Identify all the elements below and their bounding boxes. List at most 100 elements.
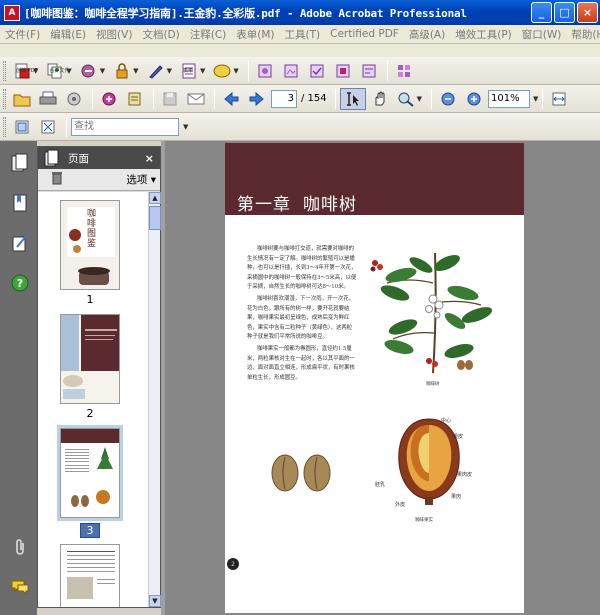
- forms-button[interactable]: 表单 ▼: [177, 60, 208, 82]
- toolbar-separator: [542, 88, 544, 109]
- label-husk: 外皮: [395, 502, 406, 508]
- page-number-input[interactable]: 3: [271, 89, 297, 108]
- save-button[interactable]: [158, 88, 182, 110]
- tool-button-1[interactable]: [253, 60, 277, 82]
- tool-button-4[interactable]: [331, 60, 355, 82]
- page-thumbnail-3[interactable]: [57, 425, 123, 521]
- toolbar-separator: [334, 88, 336, 109]
- page-thumbnail-4[interactable]: [60, 544, 120, 607]
- review-button[interactable]: ▼: [210, 60, 241, 82]
- save-icon: [161, 90, 179, 108]
- menu-plugins[interactable]: 増效工具(P): [450, 27, 517, 42]
- select-tool-button[interactable]: [339, 87, 366, 110]
- email-button[interactable]: [62, 88, 86, 110]
- coffee-plant-illustration: [370, 252, 493, 374]
- fit-width-button[interactable]: [547, 88, 571, 110]
- menu-comments[interactable]: 注释(C): [185, 27, 232, 42]
- menu-advanced[interactable]: 高级(A): [404, 27, 450, 42]
- zoom-tool-button[interactable]: ▼: [394, 88, 425, 110]
- fit-page-button[interactable]: [36, 116, 60, 138]
- page-fit-icon: [13, 118, 31, 136]
- page-thumbnail-1[interactable]: 咖啡图鉴: [60, 200, 120, 290]
- tool-button-6[interactable]: [392, 60, 416, 82]
- thumbnail-scrollbar[interactable]: ▲ ▼: [148, 192, 161, 607]
- menu-window[interactable]: 窗口(W): [517, 27, 567, 42]
- page-thumbnail-2[interactable]: [60, 314, 120, 404]
- actual-size-button[interactable]: [10, 116, 34, 138]
- comment-bubble-icon: [10, 578, 30, 599]
- tool-button-2[interactable]: [279, 60, 303, 82]
- email-doc-button[interactable]: [184, 88, 208, 110]
- export-button[interactable]: ▼: [77, 60, 108, 82]
- menu-bar: 文件(F) 编辑(E) 视图(V) 文档(D) 注释(C) 表单(M) 工具(T…: [0, 25, 600, 44]
- next-page-button[interactable]: [245, 88, 269, 110]
- tool-button-3[interactable]: [305, 60, 329, 82]
- document-view-icon: [256, 62, 274, 80]
- signatures-nav-button[interactable]: [9, 233, 31, 255]
- search-input[interactable]: 查找: [71, 117, 179, 136]
- menu-certified-pdf[interactable]: Certified PDF: [325, 28, 404, 40]
- chevron-down-icon: ▼: [199, 66, 206, 75]
- chevron-down-icon: ▼: [416, 94, 423, 103]
- page-4-thumbnail-image: [61, 545, 119, 607]
- menu-view[interactable]: 视图(V): [91, 27, 137, 42]
- comments-nav-button[interactable]: [9, 577, 31, 599]
- sign-button[interactable]: ▼: [144, 60, 175, 82]
- acrobat-icon: A: [4, 4, 20, 21]
- zoom-level-input[interactable]: 101%: [488, 89, 531, 108]
- trash-icon[interactable]: [50, 171, 64, 188]
- navigation-toolbar: 3 / 154 ▼ 101% ▼: [0, 85, 600, 113]
- toolbar-grip[interactable]: [3, 60, 6, 81]
- page-count: / 154: [301, 93, 327, 104]
- page-number-badge: 2: [227, 558, 239, 570]
- menu-help[interactable]: 帮助(H): [566, 27, 600, 42]
- menu-tools[interactable]: 工具(T): [280, 27, 326, 42]
- maximize-button[interactable]: □: [554, 2, 575, 23]
- plant-caption: 咖啡树: [426, 382, 440, 387]
- secure-button[interactable]: ▼: [110, 60, 141, 82]
- zoom-out-icon: [439, 90, 457, 108]
- hand-tool-button[interactable]: [368, 88, 392, 110]
- menu-edit[interactable]: 编辑(E): [45, 27, 91, 42]
- close-panel-button[interactable]: ×: [145, 152, 154, 165]
- organizer-button[interactable]: [97, 88, 121, 110]
- close-button[interactable]: ×: [577, 2, 598, 23]
- lock-icon: [113, 62, 131, 80]
- zoom-dropdown-icon[interactable]: ▼: [533, 95, 538, 103]
- pages-panel: 页面 × 选项 ▾ 咖啡图鉴 1 2 3 ▲ ▼: [37, 146, 161, 608]
- menu-file[interactable]: 文件(F): [0, 27, 45, 42]
- zoom-out-button[interactable]: [436, 88, 460, 110]
- scroll-up-icon[interactable]: ▲: [149, 192, 161, 204]
- search-dropdown-icon[interactable]: ▼: [183, 123, 188, 131]
- help-nav-button[interactable]: ?: [9, 273, 31, 295]
- menu-document[interactable]: 文档(D): [137, 27, 184, 42]
- forms-label: 表单: [182, 68, 193, 74]
- toolbar-separator: [66, 116, 67, 137]
- body-text: 咖啡树要与咖啡打交道，就需要对咖啡的生长情况有一定了解。咖啡树的繁殖可以是播种，…: [247, 245, 357, 385]
- document-view[interactable]: 第一章 咖啡树 咖啡树要与咖啡打交道，就需要对咖啡的生长情况有一定了解。咖啡树的繁…: [165, 141, 600, 615]
- open-button[interactable]: [10, 88, 34, 110]
- tool-button-5[interactable]: [357, 60, 381, 82]
- bookmarks-nav-button[interactable]: [9, 193, 31, 215]
- scan-button[interactable]: [123, 88, 147, 110]
- toolbar-grip[interactable]: [3, 116, 6, 137]
- pages-nav-button[interactable]: [9, 153, 31, 175]
- scrollbar-thumb[interactable]: [149, 206, 161, 230]
- pages-panel-header: 页面 ×: [38, 147, 160, 169]
- form-field-icon: [360, 62, 378, 80]
- minimize-button[interactable]: _: [531, 2, 552, 23]
- toolbar-grip[interactable]: [3, 88, 6, 109]
- thumbnail-label-3: 3: [80, 523, 100, 538]
- combine-files-button[interactable]: 合并文件 ▼: [43, 60, 74, 82]
- menu-forms[interactable]: 表单(M): [231, 27, 279, 42]
- bookmark-icon: [11, 193, 29, 216]
- zoom-in-button[interactable]: [462, 88, 486, 110]
- print-button[interactable]: [36, 88, 60, 110]
- create-pdf-button[interactable]: 创建 PDF ▼: [10, 60, 41, 82]
- toolbar-separator: [247, 60, 249, 81]
- previous-page-button[interactable]: [219, 88, 243, 110]
- options-menu-button[interactable]: 选项 ▾: [126, 172, 156, 187]
- scroll-down-icon[interactable]: ▼: [149, 595, 161, 607]
- arrow-right-icon: [248, 90, 266, 108]
- attachments-nav-button[interactable]: [9, 537, 31, 559]
